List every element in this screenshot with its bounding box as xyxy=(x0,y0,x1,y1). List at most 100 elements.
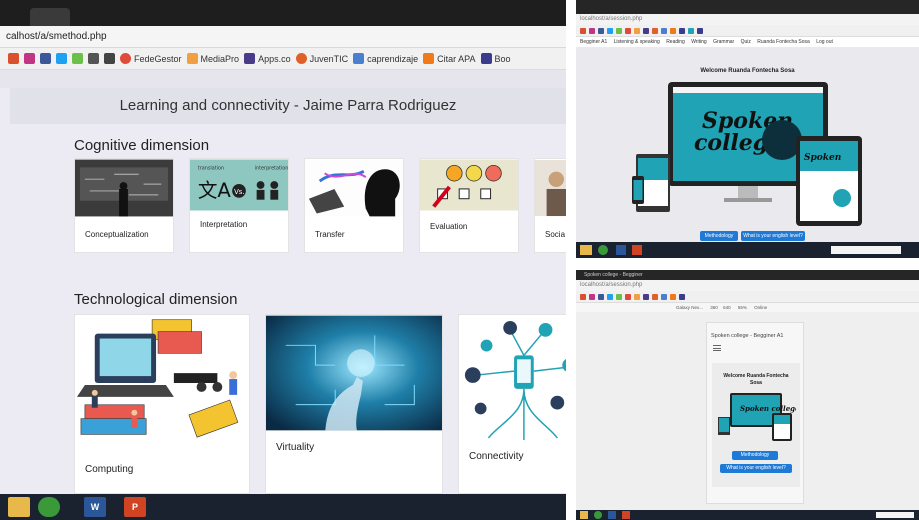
chrome-icon[interactable] xyxy=(38,497,60,517)
nav-writing[interactable]: Writing xyxy=(691,39,706,45)
bookmark-icon[interactable] xyxy=(72,53,83,64)
nav-logout[interactable]: Log out xyxy=(816,39,833,45)
card-conceptualization[interactable]: Conceptualization xyxy=(74,158,174,253)
taskbar-search[interactable] xyxy=(876,512,914,518)
hamburger-menu-icon[interactable] xyxy=(713,345,721,351)
english-level-button[interactable]: What is your english level? xyxy=(741,231,805,241)
nav-grammar[interactable]: Grammar xyxy=(713,39,734,45)
file-explorer-icon[interactable] xyxy=(8,497,30,517)
bookmark-icon[interactable] xyxy=(607,293,613,300)
device-width[interactable]: 360 xyxy=(710,305,718,310)
device-select[interactable]: Galaxy Nex... xyxy=(676,305,703,310)
nav-reading[interactable]: Reading xyxy=(666,39,685,45)
word-icon[interactable] xyxy=(608,511,616,519)
page-top-band xyxy=(0,70,566,88)
word-icon[interactable] xyxy=(616,245,626,255)
bookmark-boo[interactable]: Boo xyxy=(480,53,511,64)
bookmark-icon[interactable] xyxy=(580,293,586,300)
tab-title[interactable]: Spoken college - Begginer xyxy=(584,272,643,278)
bookmark-icon[interactable] xyxy=(679,293,685,300)
facebook-icon[interactable] xyxy=(40,53,51,64)
card-label: Conceptualization xyxy=(85,230,149,239)
bookmark-icon[interactable] xyxy=(104,53,115,64)
methodology-button[interactable]: Methodology xyxy=(732,451,778,460)
social-image xyxy=(535,159,566,217)
left-browser-window: calhost/a/smethod.php FedeGestor MediaPr… xyxy=(0,0,566,520)
address-bar[interactable]: localhost/a/session.php xyxy=(576,280,919,291)
card-computing[interactable]: Computing xyxy=(74,314,250,494)
bookmark-icon[interactable] xyxy=(616,293,622,300)
bookmark-icon[interactable] xyxy=(643,293,649,300)
word-icon[interactable]: W xyxy=(84,497,106,517)
bookmark-icon[interactable] xyxy=(88,53,99,64)
responsive-devices-mockup: Spoken college - Begginer A1 xyxy=(718,393,796,441)
card-transfer[interactable]: Transfer xyxy=(304,158,404,253)
bookmark-icon[interactable] xyxy=(625,27,631,34)
english-level-button[interactable]: What is your english level? xyxy=(720,464,792,473)
nav-brand[interactable]: Begginer A1 xyxy=(580,39,607,45)
bookmark-icon[interactable] xyxy=(688,27,694,34)
network-select[interactable]: Online xyxy=(754,305,767,310)
bookmark-icon[interactable] xyxy=(8,53,19,64)
chrome-icon[interactable] xyxy=(598,245,608,255)
card-virtuality[interactable]: Virtuality xyxy=(265,314,443,494)
bookmark-icon[interactable] xyxy=(580,27,586,34)
bookmark-icon[interactable] xyxy=(679,27,685,34)
methodology-button[interactable]: Methodology xyxy=(700,231,738,241)
address-bar[interactable]: calhost/a/smethod.php xyxy=(0,26,566,48)
bookmark-icon[interactable] xyxy=(634,27,640,34)
bookmark-citar-apa[interactable]: Citar APA xyxy=(423,53,476,64)
powerpoint-icon[interactable] xyxy=(622,511,630,519)
bookmark-icon[interactable] xyxy=(616,27,622,34)
zoom-select[interactable]: 55% xyxy=(738,305,747,310)
bookmark-caprendizaje[interactable]: caprendizaje xyxy=(353,53,418,64)
powerpoint-icon[interactable] xyxy=(632,245,642,255)
address-bar[interactable]: localhost/a/session.php xyxy=(576,14,919,25)
bookmark-icon[interactable] xyxy=(589,293,595,300)
taskbar-search[interactable] xyxy=(831,246,901,254)
file-explorer-icon[interactable] xyxy=(580,245,592,255)
bookmark-icon[interactable] xyxy=(697,27,703,34)
bookmark-icon[interactable] xyxy=(598,27,604,34)
bookmark-icon[interactable] xyxy=(652,293,658,300)
bookmark-appsco[interactable]: Apps.co xyxy=(244,53,291,64)
instagram-icon[interactable] xyxy=(24,53,35,64)
content-card: Welcome Ruanda Fontecha Sosa Spoken coll… xyxy=(712,363,800,487)
bookmark-icon[interactable] xyxy=(643,27,649,34)
navbar-brand[interactable]: Spoken college - Begginer A1 xyxy=(711,333,783,339)
bookmark-icon[interactable] xyxy=(625,293,631,300)
tab-strip: Spoken college - Begginer xyxy=(576,270,919,280)
mediapro-icon xyxy=(186,53,198,64)
bookmark-icon[interactable] xyxy=(598,293,604,300)
bookmark-icon[interactable] xyxy=(652,27,658,34)
svg-text:文A: 文A xyxy=(198,179,232,202)
powerpoint-icon[interactable]: P xyxy=(124,497,146,517)
bookmark-icon[interactable] xyxy=(607,27,613,34)
address-text: calhost/a/smethod.php xyxy=(6,31,107,42)
bookmark-fedegestor[interactable]: FedeGestor xyxy=(120,53,182,64)
card-social[interactable]: Socia xyxy=(534,158,566,253)
bookmark-icon[interactable] xyxy=(661,27,667,34)
card-connectivity[interactable]: Connectivity xyxy=(458,314,566,494)
file-explorer-icon[interactable] xyxy=(580,511,588,519)
twitter-icon[interactable] xyxy=(56,53,67,64)
bookmark-mediapro[interactable]: MediaPro xyxy=(186,53,239,64)
bookmark-icon[interactable] xyxy=(589,27,595,34)
svg-text:Vs.: Vs. xyxy=(234,188,244,196)
bookmark-juventic[interactable]: JuvenTIC xyxy=(295,53,348,64)
bookmark-icon[interactable] xyxy=(661,293,667,300)
bookmark-icon[interactable] xyxy=(634,293,640,300)
nav-listening[interactable]: Listening & speaking xyxy=(614,39,660,45)
bookmark-icon[interactable] xyxy=(670,27,676,34)
browser-tab[interactable] xyxy=(30,8,70,26)
card-label: Virtuality xyxy=(276,442,315,453)
document-icon xyxy=(353,53,365,64)
card-interpretation[interactable]: translation interpretation 文A Vs. Interp… xyxy=(189,158,289,253)
chrome-icon[interactable] xyxy=(594,511,602,519)
card-evaluation[interactable]: Evaluation xyxy=(419,158,519,253)
nav-user[interactable]: Ruanda Fontecha Sosa xyxy=(757,39,810,45)
svg-text:interpretation: interpretation xyxy=(255,165,288,171)
bookmark-icon[interactable] xyxy=(670,293,676,300)
nav-quiz[interactable]: Quiz xyxy=(741,39,751,45)
device-height[interactable]: 640 xyxy=(723,305,731,310)
